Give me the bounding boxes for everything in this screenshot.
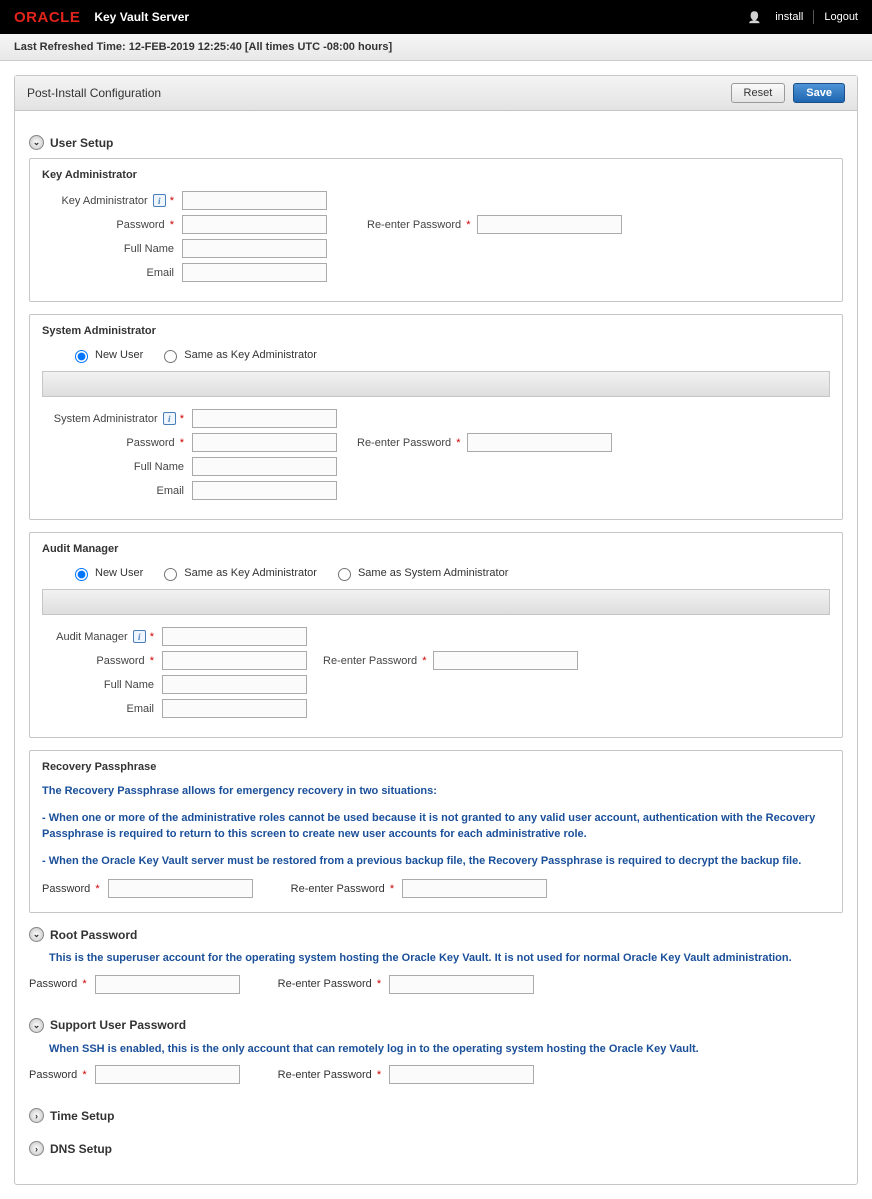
label-support-repw: Re-enter Password *: [278, 1069, 382, 1081]
section-root-pw: Root Password: [50, 928, 137, 942]
label-sys-fullname: Full Name: [42, 461, 192, 473]
label-sys-pw: Password *: [42, 437, 192, 449]
label-recovery-pw: Password *: [42, 883, 100, 895]
label-key-admin: Key Administrator i*: [42, 194, 182, 207]
section-dns: DNS Setup: [50, 1142, 112, 1156]
page-frame: Post-Install Configuration Reset Save ⌄ …: [14, 75, 858, 1185]
label-audit-pw: Password *: [42, 655, 162, 667]
audit-repassword[interactable]: [433, 651, 578, 670]
recovery-password[interactable]: [108, 879, 253, 898]
info-icon[interactable]: i: [133, 630, 146, 643]
label-key-admin-repw: Re-enter Password *: [367, 219, 471, 231]
radio-sys-samekey[interactable]: Same as Key Administrator: [159, 347, 317, 363]
product-name: Key Vault Server: [94, 10, 189, 24]
divider: [813, 10, 814, 24]
user-icon: [748, 11, 766, 24]
label-support-pw: Password *: [29, 1069, 87, 1081]
label-sys-admin: System Administrator i*: [42, 412, 192, 425]
collapse-toggle-root[interactable]: ⌄: [29, 927, 44, 942]
sys-admin-fullname[interactable]: [192, 457, 337, 476]
key-admin-password[interactable]: [182, 215, 327, 234]
label-recovery-repw: Re-enter Password *: [291, 883, 395, 895]
expand-toggle-time[interactable]: ›: [29, 1108, 44, 1123]
panel-title-recovery: Recovery Passphrase: [42, 761, 830, 773]
radio-sys-newuser[interactable]: New User: [70, 347, 143, 363]
sys-admin-password[interactable]: [192, 433, 337, 452]
recovery-text-1: The Recovery Passphrase allows for emerg…: [42, 783, 830, 800]
refresh-bar: Last Refreshed Time: 12-FEB-2019 12:25:4…: [0, 34, 872, 61]
label-key-admin-fullname: Full Name: [42, 243, 182, 255]
expand-toggle-dns[interactable]: ›: [29, 1141, 44, 1156]
label-sys-repw: Re-enter Password *: [357, 437, 461, 449]
label-root-pw: Password *: [29, 978, 87, 990]
section-support-pw: Support User Password: [50, 1018, 186, 1032]
logout-link[interactable]: Logout: [824, 11, 858, 23]
radio-audit-newuser[interactable]: New User: [70, 565, 143, 581]
info-icon[interactable]: i: [163, 412, 176, 425]
panel-title-key-admin: Key Administrator: [42, 169, 830, 181]
recovery-text-3: - When the Oracle Key Vault server must …: [42, 853, 830, 870]
key-admin-input[interactable]: [182, 191, 327, 210]
panel-title-sys-admin: System Administrator: [42, 325, 830, 337]
support-password[interactable]: [95, 1065, 240, 1084]
label-audit: Audit Manager i*: [42, 630, 162, 643]
audit-email[interactable]: [162, 699, 307, 718]
audit-password[interactable]: [162, 651, 307, 670]
label-key-admin-email: Email: [42, 267, 182, 279]
panel-key-admin: Key Administrator Key Administrator i* P…: [29, 158, 843, 302]
key-admin-email[interactable]: [182, 263, 327, 282]
key-admin-repassword[interactable]: [477, 215, 622, 234]
radio-audit-samekey[interactable]: Same as Key Administrator: [159, 565, 317, 581]
label-audit-repw: Re-enter Password *: [323, 655, 427, 667]
panel-recovery: Recovery Passphrase The Recovery Passphr…: [29, 750, 843, 913]
sys-admin-email[interactable]: [192, 481, 337, 500]
user-link[interactable]: install: [775, 11, 803, 23]
root-desc: This is the superuser account for the op…: [49, 950, 843, 967]
label-audit-fullname: Full Name: [42, 679, 162, 691]
oracle-logo: ORACLE: [14, 9, 80, 26]
recovery-text-2: - When one or more of the administrative…: [42, 810, 830, 843]
root-password[interactable]: [95, 975, 240, 994]
label-key-admin-pw: Password *: [42, 219, 182, 231]
label-audit-email: Email: [42, 703, 162, 715]
title-bar: Post-Install Configuration Reset Save: [15, 76, 857, 111]
page-title: Post-Install Configuration: [27, 86, 161, 100]
sub-toolbar-audit: [42, 589, 830, 615]
label-root-repw: Re-enter Password *: [278, 978, 382, 990]
sub-toolbar-sys: [42, 371, 830, 397]
sys-admin-repassword[interactable]: [467, 433, 612, 452]
panel-title-audit: Audit Manager: [42, 543, 830, 555]
support-repassword[interactable]: [389, 1065, 534, 1084]
sys-admin-input[interactable]: [192, 409, 337, 428]
top-bar: ORACLE Key Vault Server install Logout: [0, 0, 872, 34]
panel-sys-admin: System Administrator New User Same as Ke…: [29, 314, 843, 520]
audit-input[interactable]: [162, 627, 307, 646]
section-user-setup: User Setup: [50, 136, 113, 150]
support-desc: When SSH is enabled, this is the only ac…: [49, 1041, 843, 1058]
audit-fullname[interactable]: [162, 675, 307, 694]
key-admin-fullname[interactable]: [182, 239, 327, 258]
collapse-toggle-user-setup[interactable]: ⌄: [29, 135, 44, 150]
panel-audit: Audit Manager New User Same as Key Admin…: [29, 532, 843, 738]
reset-button[interactable]: Reset: [731, 83, 786, 103]
label-sys-email: Email: [42, 485, 192, 497]
root-repassword[interactable]: [389, 975, 534, 994]
info-icon[interactable]: i: [153, 194, 166, 207]
radio-audit-samesys[interactable]: Same as System Administrator: [333, 565, 508, 581]
collapse-toggle-support[interactable]: ⌄: [29, 1018, 44, 1033]
section-time: Time Setup: [50, 1109, 114, 1123]
recovery-repassword[interactable]: [402, 879, 547, 898]
save-button[interactable]: Save: [793, 83, 845, 103]
